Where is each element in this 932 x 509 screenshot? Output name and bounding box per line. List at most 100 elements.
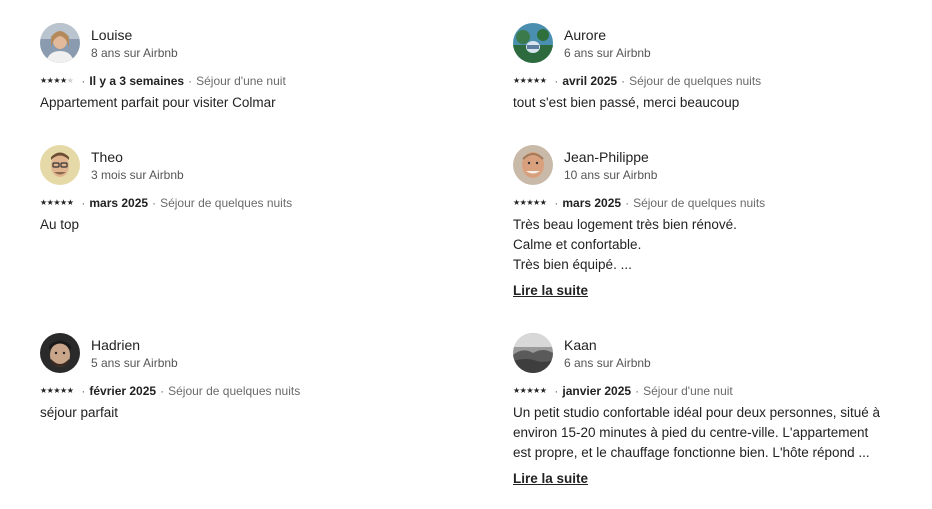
review-card: Louise 8 ans sur Airbnb ★ ★ ★ ★ ★ · Il y a 3… [40,22,440,113]
reviewer-name: Louise [91,26,133,43]
review-card: Hadrien 5 ans sur Airbnb ★ ★ ★ ★ ★ · février… [40,332,440,423]
review-header: Theo 3 mois sur Airbnb [40,144,440,186]
star-icon: ★ [46,198,54,207]
star-icon: ★ [533,76,540,85]
star-icon: ★ [526,198,534,207]
star-icon: ★ [66,198,74,207]
review-text-line: est propre, et le chauffage fonctionne b… [513,445,870,460]
review-date: janvier 2025 [562,384,632,398]
avatar[interactable] [40,333,80,373]
stay-length: Séjour de quelques nuits [629,74,762,88]
avatar[interactable] [40,145,80,185]
review-meta: ★ ★ ★ ★ ★ · mars 2025 · Séjour de quelques n… [40,195,440,211]
review-date: Il y a 3 semaines [89,74,185,88]
avatar[interactable] [513,23,553,63]
star-icon: ★ [539,386,547,395]
separator: · [188,74,193,88]
star-icon: ★ [66,386,74,395]
review-header: Louise 8 ans sur Airbnb [40,22,440,64]
star-icon: ★ [519,198,527,207]
review-text-line: Un petit studio confortable idéal pour d… [513,405,880,420]
stay-length: Séjour de quelques nuits [168,384,301,398]
stay-length: Séjour d'une nuit [643,384,733,398]
review-card: Kaan 6 ans sur Airbnb ★ ★ ★ ★ ★ · janvier 20… [513,332,913,489]
review-card: Theo 3 mois sur Airbnb ★ ★ ★ ★ ★ · mars 2025… [40,144,440,235]
stay-length: Séjour de quelques nuits [160,196,293,210]
stay-length: Séjour de quelques nuits [633,196,766,210]
star-icon: ★ [533,386,540,395]
review-header: Aurore 6 ans sur Airbnb [513,22,913,64]
star-icon: ★ [53,76,61,85]
separator: · [152,196,157,210]
read-more-link[interactable]: Lire la suite [513,469,588,489]
review-card: Aurore 6 ans sur Airbnb ★ ★ ★ ★ ★ · avril 20… [513,22,913,113]
review-date: mars 2025 [89,196,149,210]
rating-stars: ★ ★ ★ ★ ★ [513,383,547,399]
review-header: Kaan 6 ans sur Airbnb [513,332,913,374]
separator: · [635,384,640,398]
avatar[interactable] [513,145,553,185]
review-header: Hadrien 5 ans sur Airbnb [40,332,440,374]
reviewer-tenure: 6 ans sur Airbnb [564,45,651,60]
avatar[interactable] [513,333,553,373]
star-icon: ★ [46,386,54,395]
star-icon: ★ [66,76,74,85]
review-text: Appartement parfait pour visiter Colmar [40,95,276,110]
reviewer-tenure: 10 ans sur Airbnb [564,167,658,182]
review-text: Au top [40,217,80,232]
star-icon: ★ [513,386,520,395]
review-date: mars 2025 [562,196,622,210]
separator: · [621,74,626,88]
reviewer-tenure: 8 ans sur Airbnb [91,45,178,60]
star-icon: ★ [40,76,47,85]
star-icon: ★ [40,198,47,207]
star-icon: ★ [53,386,61,395]
review-meta: ★ ★ ★ ★ ★ · mars 2025 · Séjour de quelques n… [513,195,913,211]
review-text-line: Très beau logement très bien rénové. [513,217,737,232]
separator: · [554,196,559,210]
reviewer-name: Hadrien [91,336,141,353]
stay-length: Séjour d'une nuit [196,74,286,88]
separator: · [160,384,165,398]
review-date: février 2025 [89,384,157,398]
review-meta: ★ ★ ★ ★ ★ · Il y a 3 semaines · Séjour d'une… [40,73,440,89]
reviewer-tenure: 6 ans sur Airbnb [564,355,651,370]
review-card: Jean-Philippe 10 ans sur Airbnb ★ ★ ★ ★ ★ · … [513,144,913,301]
rating-stars: ★ ★ ★ ★ ★ [40,383,74,399]
review-text-line: Calme et confortable. [513,237,642,252]
separator: · [554,384,559,398]
rating-stars: ★ ★ ★ ★ ★ [40,195,74,211]
review-text: séjour parfait [40,405,119,420]
star-icon: ★ [60,386,67,395]
star-icon: ★ [53,198,61,207]
separator: · [81,384,86,398]
reviewer-name: Theo [91,148,123,165]
separator: · [81,74,86,88]
star-icon: ★ [60,76,67,85]
star-icon: ★ [46,76,54,85]
review-text: tout s'est bien passé, merci beaucoup [513,95,740,110]
star-icon: ★ [513,76,520,85]
star-icon: ★ [60,198,67,207]
star-icon: ★ [526,386,534,395]
review-text: Très beau logement très bien rénové. Cal… [513,215,913,275]
reviewer-tenure: 5 ans sur Airbnb [91,355,178,370]
review-date: avril 2025 [562,74,618,88]
star-icon: ★ [519,76,527,85]
review-text-line: Très bien équipé. ... [513,257,632,272]
rating-stars: ★ ★ ★ ★ ★ [513,73,547,89]
separator: · [554,74,559,88]
review-text-line: environ 15-20 minutes à pied du centre-v… [513,425,869,440]
separator: · [625,196,630,210]
star-icon: ★ [519,386,527,395]
avatar[interactable] [40,23,80,63]
star-icon: ★ [40,386,47,395]
star-icon: ★ [539,76,547,85]
review-header: Jean-Philippe 10 ans sur Airbnb [513,144,913,186]
read-more-link[interactable]: Lire la suite [513,281,588,301]
star-icon: ★ [513,198,520,207]
star-icon: ★ [539,198,547,207]
rating-stars: ★ ★ ★ ★ ★ [40,73,74,89]
star-icon: ★ [533,198,540,207]
review-meta: ★ ★ ★ ★ ★ · janvier 2025 · Séjour d'une nuit [513,383,913,399]
